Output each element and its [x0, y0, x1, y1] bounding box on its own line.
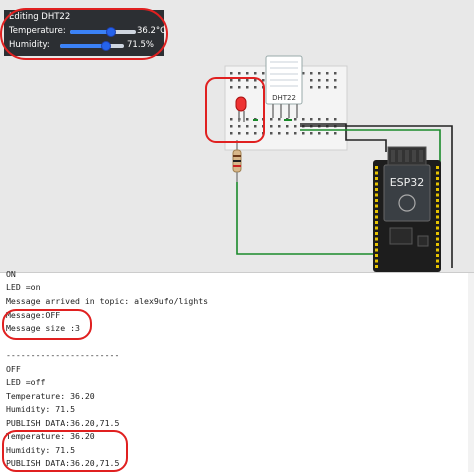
- terminal-line: LED =on: [6, 282, 41, 292]
- highlight-panel: [0, 8, 168, 60]
- terminal-line: PUBLISH DATA:36.20,71.5: [6, 418, 120, 428]
- terminal-line: OFF: [6, 364, 21, 374]
- highlight-publish: [2, 430, 128, 472]
- terminal-line: Message arrived in topic: alex9ufo/light…: [6, 296, 209, 306]
- terminal-line: Humidity: 71.5: [6, 404, 76, 414]
- wire-green-led[interactable]: [236, 182, 384, 255]
- terminal-line: ON: [6, 269, 16, 279]
- terminal-line: LED =off: [6, 377, 46, 387]
- simulation-canvas[interactable]: DHT22 ESP32 Editing DHT22 Temperature: 3…: [0, 0, 474, 272]
- dht22-label: DHT22: [272, 94, 296, 102]
- terminal-line: -----------------------: [6, 350, 120, 360]
- terminal-scrollbar[interactable]: [468, 273, 474, 472]
- terminal-line: Temperature: 36.20: [6, 391, 95, 401]
- esp32-board[interactable]: ESP32: [373, 146, 441, 272]
- esp32-label: ESP32: [390, 176, 425, 189]
- serial-monitor[interactable]: ON LED =on Message arrived in topic: ale…: [0, 269, 474, 472]
- highlight-message: [2, 309, 92, 340]
